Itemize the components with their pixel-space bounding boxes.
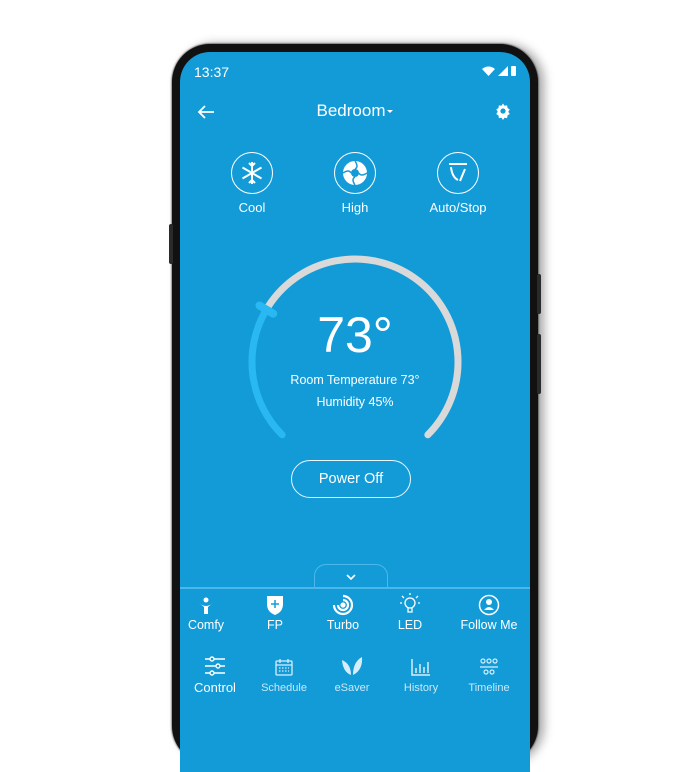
nav-esaver[interactable]: eSaver: [320, 652, 384, 694]
volume-button: [537, 274, 541, 314]
humidity: Humidity 45%: [316, 395, 394, 409]
room-title: Bedroom: [316, 101, 386, 120]
bulb-icon: [400, 593, 420, 613]
feature-bar: Comfy FP Turbo LED Follow Me: [180, 592, 530, 642]
nav-control[interactable]: Control: [183, 652, 247, 695]
signal-icon: [498, 66, 508, 76]
status-bar: 13:37: [194, 64, 516, 82]
turbo-swirl-icon: [332, 594, 354, 616]
timeline-icon: [480, 658, 498, 675]
bottom-navigation: Control Schedule eSaver History Timeline: [180, 652, 530, 712]
nav-label: eSaver: [334, 682, 370, 694]
leaf-icon: [342, 657, 363, 675]
room-selector[interactable]: Bedroom: [180, 101, 530, 121]
shield-icon: [267, 596, 283, 615]
nav-label: Schedule: [261, 682, 307, 694]
feature-label: LED: [397, 618, 423, 632]
side-button: [169, 224, 173, 264]
feature-led[interactable]: LED: [378, 592, 442, 632]
mode-label: High: [341, 200, 369, 215]
wifi-icon: [482, 66, 495, 76]
app-screen: 13:37 Bedroom Cool High Auto/Stop 73° Ro…: [180, 52, 530, 772]
feature-label: Comfy: [187, 618, 225, 632]
feature-follow-me[interactable]: Follow Me: [457, 592, 521, 632]
app-bar: Bedroom: [180, 100, 530, 130]
mode-button-fan[interactable]: High: [315, 152, 395, 215]
nav-history[interactable]: History: [389, 652, 453, 694]
power-side-button: [537, 334, 541, 394]
sliders-icon: [205, 656, 225, 676]
mode-button-swing[interactable]: Auto/Stop: [418, 152, 498, 215]
feature-label: Turbo: [326, 618, 360, 632]
power-off-button[interactable]: Power Off: [291, 460, 411, 498]
setpoint-temperature: 73°: [317, 307, 393, 363]
nav-label: History: [403, 682, 439, 694]
chevron-down-icon: [346, 574, 356, 580]
mode-controls: Cool High Auto/Stop: [180, 152, 530, 232]
fan-icon: [342, 160, 368, 186]
feature-label: FP: [267, 618, 283, 632]
snowflake-icon: [241, 162, 263, 184]
mode-button-cool[interactable]: Cool: [212, 152, 292, 215]
feature-turbo[interactable]: Turbo: [311, 592, 375, 632]
phone-frame: 13:37 Bedroom Cool High Auto/Stop 73° Ro…: [169, 44, 541, 772]
status-time: 13:37: [194, 64, 230, 80]
bar-chart-icon: [411, 659, 430, 676]
battery-icon: [511, 66, 516, 76]
comfy-person-icon: [198, 597, 214, 614]
user-circle-icon: [478, 594, 500, 616]
mode-label: Cool: [238, 200, 266, 215]
feature-label: Follow Me: [460, 618, 518, 632]
gear-icon[interactable]: [494, 102, 512, 120]
swing-icon: [449, 163, 467, 182]
calendar-icon: [275, 659, 293, 676]
status-icons: [482, 66, 516, 76]
nav-label: Control: [194, 680, 236, 695]
nav-timeline[interactable]: Timeline: [457, 652, 521, 694]
feature-comfy[interactable]: Comfy: [180, 592, 238, 632]
room-temperature: Room Temperature 73°: [290, 373, 420, 387]
dropdown-caret-icon: [387, 110, 394, 114]
nav-schedule[interactable]: Schedule: [252, 652, 316, 694]
feature-fp[interactable]: FP: [243, 592, 307, 632]
nav-label: Timeline: [468, 682, 510, 694]
divider: [180, 587, 530, 589]
mode-label: Auto/Stop: [429, 200, 487, 215]
expand-drawer-button[interactable]: [314, 564, 388, 589]
